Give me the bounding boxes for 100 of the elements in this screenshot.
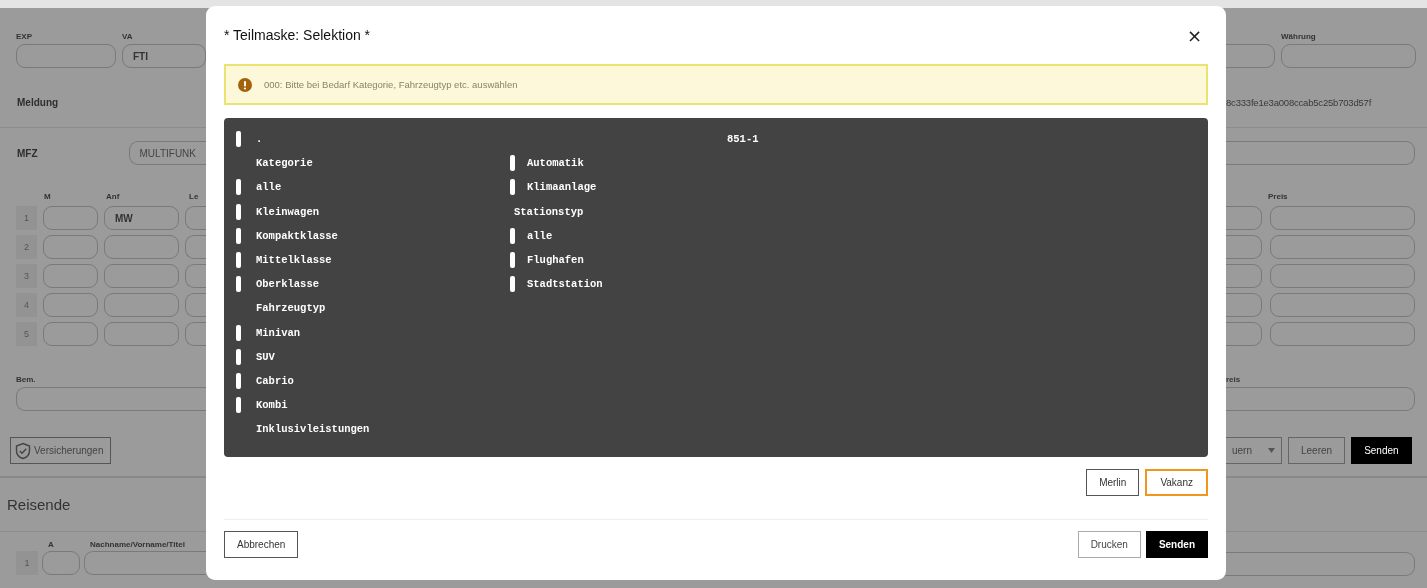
- text-field[interactable]: [1226, 293, 1262, 317]
- text-field[interactable]: [1226, 141, 1415, 165]
- option-label: Kombi: [256, 399, 288, 412]
- hash-text: 8c333fe1e3a008ccab5c25b703d57f: [1226, 97, 1372, 108]
- checkbox[interactable]: [510, 252, 515, 269]
- text-field[interactable]: [1226, 206, 1262, 230]
- text-field[interactable]: [1270, 322, 1415, 346]
- text-field[interactable]: [185, 235, 206, 259]
- caret-icon: [1268, 448, 1275, 453]
- text-field[interactable]: [1270, 235, 1415, 259]
- option-label: Flughafen: [527, 254, 584, 267]
- dialog-title: * Teilmaske: Selektion *: [224, 27, 371, 43]
- option-label: Minivan: [256, 326, 301, 339]
- checkbox[interactable]: [510, 155, 515, 172]
- close-button[interactable]: ×: [1180, 24, 1208, 46]
- checkbox[interactable]: [236, 348, 241, 365]
- text-field[interactable]: [1270, 293, 1415, 317]
- print-button[interactable]: Drucken: [1077, 531, 1141, 558]
- text-field[interactable]: [43, 206, 98, 230]
- checkbox[interactable]: [510, 227, 515, 244]
- alert-message: 000: Bitte bei Bedarf Kategorie, Fahrzeugtyp etc. auswählen: [264, 79, 518, 90]
- field-label: EXP: [16, 32, 33, 41]
- option-label: alle: [256, 181, 282, 194]
- checkbox[interactable]: [236, 324, 241, 341]
- checkbox[interactable]: [236, 227, 241, 244]
- text-field[interactable]: MW: [104, 206, 179, 230]
- text-field[interactable]: [1270, 206, 1415, 230]
- option-label: Automatik: [527, 157, 584, 170]
- action-button[interactable]: Merlin: [1086, 469, 1140, 496]
- text-field[interactable]: [1226, 322, 1262, 346]
- group-heading: Kategorie: [255, 157, 313, 170]
- checkbox[interactable]: [510, 179, 515, 196]
- column-label: Nachname/Vorname/Titel: [90, 540, 185, 549]
- checkbox[interactable]: [236, 131, 241, 148]
- text-field[interactable]: [1226, 44, 1275, 68]
- text-field[interactable]: [43, 293, 98, 317]
- group-heading: Fahrzeugtyp: [255, 302, 326, 315]
- text-field[interactable]: [1270, 264, 1415, 288]
- option-label: Kleinwagen: [256, 205, 319, 218]
- text-field[interactable]: [42, 551, 80, 575]
- cancel-button[interactable]: Abbrechen: [224, 531, 299, 558]
- text-field[interactable]: [185, 293, 206, 317]
- field-label: Bem.: [16, 374, 37, 384]
- text-field[interactable]: [104, 264, 179, 288]
- text-field[interactable]: [16, 386, 206, 411]
- text-field[interactable]: [1226, 386, 1415, 411]
- option-label: alle: [527, 229, 553, 242]
- section-label: Meldung: [17, 97, 59, 108]
- text-field[interactable]: [185, 264, 206, 288]
- text-field[interactable]: [43, 235, 98, 259]
- row-number: 5: [16, 322, 38, 346]
- field-label: VA: [122, 32, 134, 41]
- clear-button[interactable]: Leeren: [1288, 437, 1346, 464]
- checkbox[interactable]: [236, 397, 241, 414]
- option-label: Kompaktklasse: [256, 229, 338, 242]
- text-field[interactable]: FTI: [122, 44, 206, 68]
- option-label: Klimaanlage: [527, 181, 597, 194]
- send-button[interactable]: Senden: [1351, 437, 1412, 464]
- column-label: Preis: [1268, 192, 1288, 201]
- option-label: Oberklasse: [256, 278, 319, 291]
- section-title: Reisende: [7, 496, 71, 513]
- text-field[interactable]: [16, 44, 116, 68]
- checkbox[interactable]: [236, 276, 241, 293]
- row-number: 1: [16, 206, 38, 230]
- option-label: .: [256, 133, 263, 146]
- field-label: MFZ: [17, 147, 39, 159]
- warning-icon: [238, 77, 252, 92]
- column-label: Anf: [106, 192, 121, 201]
- text-field[interactable]: [43, 264, 98, 288]
- text-field[interactable]: [104, 235, 179, 259]
- insurance-button[interactable]: Versicherungen: [10, 437, 111, 464]
- text-field[interactable]: [84, 551, 206, 575]
- shield-check-icon: [14, 441, 32, 460]
- text-field[interactable]: [43, 322, 98, 346]
- checkbox[interactable]: [236, 203, 241, 220]
- text-field[interactable]: [185, 206, 206, 230]
- column-label: A: [48, 540, 55, 549]
- group-heading: Inklusivleistungen: [255, 423, 370, 436]
- group-heading: Stationstyp: [513, 205, 584, 218]
- field-label: reis: [1226, 374, 1242, 384]
- send-button[interactable]: Senden: [1145, 531, 1208, 558]
- option-label: Cabrio: [256, 374, 294, 387]
- text-field[interactable]: [1281, 44, 1416, 68]
- text-field[interactable]: [104, 322, 179, 346]
- action-button[interactable]: Vakanz: [1145, 469, 1208, 496]
- row-number: 1: [16, 551, 38, 575]
- option-label: SUV: [256, 350, 275, 363]
- option-label: Mittelklasse: [256, 254, 332, 267]
- checkbox[interactable]: [236, 179, 241, 196]
- column-label: Le: [189, 192, 199, 201]
- text-field[interactable]: MULTIFUNK: [128, 141, 206, 165]
- checkbox[interactable]: [236, 372, 241, 389]
- text-field[interactable]: [1226, 264, 1262, 288]
- text-field[interactable]: [185, 322, 206, 346]
- checkbox[interactable]: [510, 276, 515, 293]
- text-field[interactable]: [104, 293, 179, 317]
- text-field[interactable]: [1226, 552, 1415, 576]
- checkbox[interactable]: [236, 252, 241, 269]
- text-field[interactable]: [1226, 235, 1262, 259]
- code-label: 851-1: [727, 133, 759, 146]
